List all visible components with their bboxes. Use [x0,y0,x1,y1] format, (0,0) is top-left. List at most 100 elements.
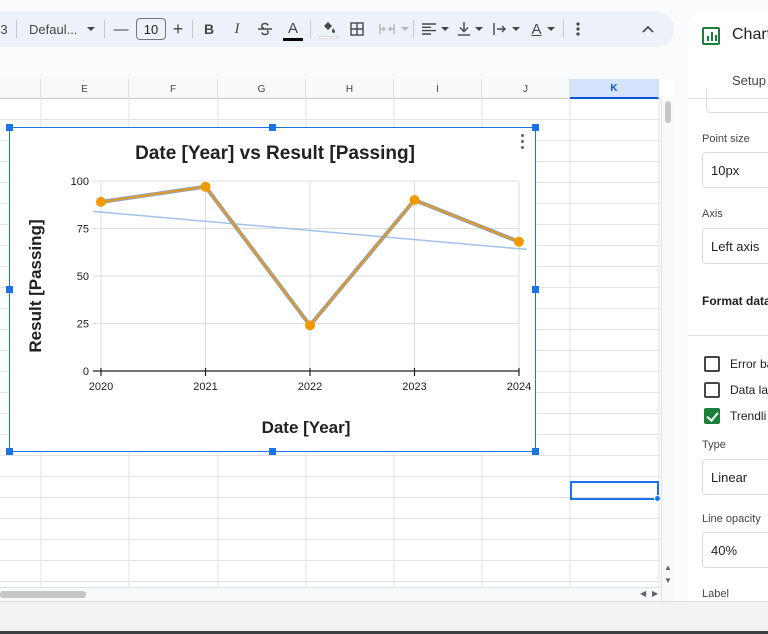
decrease-font-size-button[interactable]: — [111,11,131,47]
formatting-toolbar: 3 Defaul... — 10 + B I A A [0,11,674,47]
borders-icon [350,22,364,36]
type-label: Type [702,439,726,451]
data-labels-label[interactable]: Data la [730,383,768,397]
column-header-selected[interactable]: K [570,79,659,99]
data-point[interactable] [200,181,211,192]
font-family-dropdown[interactable]: Defaul... [22,11,100,47]
chart-menu-button[interactable] [519,134,527,150]
fill-handle[interactable] [654,495,661,502]
axis-label: Axis [702,208,723,220]
text-color-swatch [283,37,303,41]
scroll-down-arrow[interactable]: ▼ [664,576,672,585]
chevron-down-icon [440,26,449,31]
column-header[interactable]: G [218,79,306,99]
axis-dropdown[interactable]: Left axis [702,228,768,264]
merge-cells-icon [379,24,395,34]
fill-color-button[interactable] [318,11,340,47]
chart-title[interactable]: Date [Year] vs Result [Passing] [135,143,415,164]
horizontal-align-button[interactable] [420,11,450,47]
column-letter: G [257,83,266,95]
column-header[interactable]: H [306,79,394,99]
minus-icon: — [113,20,129,38]
scroll-right-arrow[interactable]: ▶ [652,589,658,598]
more-options-button[interactable] [570,11,586,47]
strikethrough-button[interactable] [255,11,275,47]
data-point[interactable] [514,236,524,247]
chevron-down-icon [401,26,409,31]
text-wrapping-button[interactable] [491,11,521,47]
line-chart: Date [Year] vs Result [Passing] 0 25 50 75 1… [26,143,531,437]
x-tick-label: 2024 [507,381,531,393]
text-color-icon: A [287,19,298,37]
trendline-type-dropdown[interactable]: Linear [702,459,768,495]
column-letter: J [523,83,528,95]
error-bars-checkbox[interactable] [704,356,720,372]
resize-handle-top-right[interactable] [532,124,539,131]
horizontal-scroll-thumb[interactable] [0,591,86,598]
vertical-scroll-thumb[interactable] [665,101,671,123]
column-letter: E [81,83,88,95]
chevron-up-icon [642,25,654,33]
scroll-left-arrow[interactable]: ◀ [640,589,646,598]
font-size-input[interactable]: 10 [136,18,166,40]
merge-cells-button [377,11,411,47]
resize-handle-top-left[interactable] [6,124,13,131]
data-point[interactable] [409,195,420,205]
column-header[interactable]: I [394,79,482,99]
column-letter: F [169,83,177,95]
resize-handle-bottom-right[interactable] [532,448,539,455]
collapse-toolbar-button[interactable] [638,11,658,47]
column-header-partial[interactable] [0,79,41,99]
borders-button[interactable] [347,11,367,47]
sheet-grid[interactable]: E F G H I J K Date [Year] vs Result [Pas… [0,79,673,601]
resize-handle-bottom-left[interactable] [6,448,13,455]
italic-icon: I [234,20,240,37]
vertical-scrollbar[interactable]: ▲ ▼ [661,99,673,601]
axis-value: Left axis [711,238,760,254]
line-opacity-dropdown[interactable]: 40% [702,532,768,568]
align-left-icon [421,23,436,35]
text-rotation-button[interactable]: A [528,11,558,47]
resize-handle-top[interactable] [269,124,276,131]
text-color-button[interactable]: A [282,11,304,47]
fill-color-swatch [319,35,339,39]
column-letter: H [345,83,354,95]
x-axis-ticks: 2020 2021 2022 2023 2024 [89,381,531,393]
column-header[interactable]: J [482,79,570,99]
bold-icon: B [203,21,215,37]
scroll-up-arrow[interactable]: ▲ [664,563,672,572]
vertical-align-button[interactable] [455,11,485,47]
horizontal-scrollbar[interactable]: ◀ ▶ [0,587,661,601]
trendline-label[interactable]: Trendli [730,409,766,423]
y-axis-label[interactable]: Result [Passing] [26,219,45,352]
column-header[interactable]: F [129,79,218,99]
resize-handle-bottom[interactable] [269,448,276,455]
chart-icon [702,27,720,45]
data-point[interactable] [305,320,315,331]
data-point[interactable] [96,196,106,207]
increase-font-size-button[interactable]: + [169,11,187,47]
toolbar-partial-item[interactable]: 3 [0,11,8,47]
resize-handle-left[interactable] [6,286,13,293]
bold-button[interactable]: B [200,11,218,47]
x-axis-label[interactable]: Date [Year] [262,418,351,437]
chart-editor-panel: Chart Setup Point size 10px Axis Left ax… [688,11,768,601]
sheet-tabs-bar [0,601,768,634]
data-labels-checkbox[interactable] [704,382,720,398]
column-header[interactable]: E [41,79,129,99]
point-size-value: 10px [711,162,740,178]
point-size-dropdown[interactable]: 10px [702,152,768,188]
resize-handle-right[interactable] [532,286,539,293]
active-cell-selection[interactable] [570,481,661,502]
section-divider [688,335,768,336]
italic-button[interactable]: I [228,11,246,47]
embedded-chart[interactable]: Date [Year] vs Result [Passing] 0 25 50 75 1… [9,127,536,452]
text-wrap-icon [492,23,506,35]
toolbar-divider [413,20,414,38]
error-bars-label[interactable]: Error ba [730,357,768,371]
format-data-heading[interactable]: Format data [702,294,768,308]
series-dropdown-partial[interactable] [706,89,768,113]
x-tick-label: 2023 [402,381,426,393]
trendline-checkbox[interactable] [704,408,720,424]
tab-setup[interactable]: Setup [732,73,766,88]
